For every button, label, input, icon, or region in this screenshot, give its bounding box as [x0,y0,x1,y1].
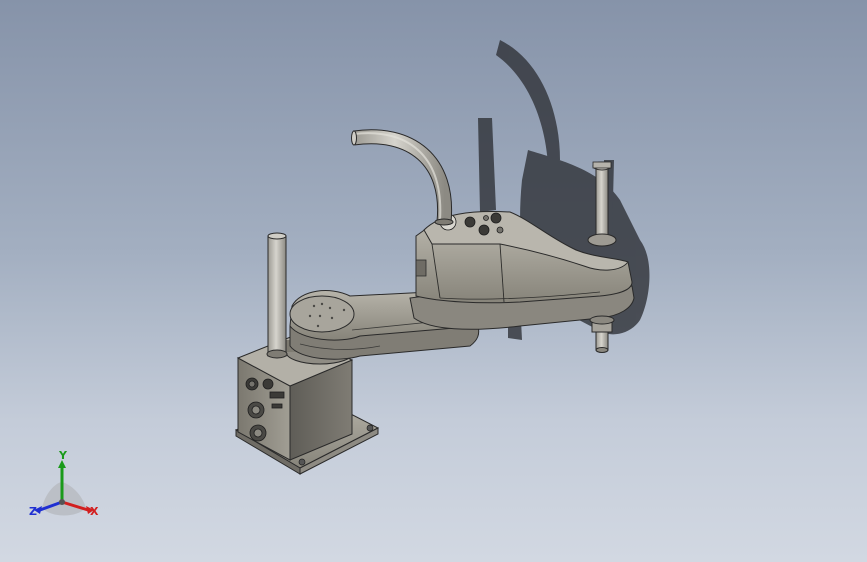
triad-z-label: Z [29,505,37,518]
graphics-viewport[interactable]: Y X Z [0,0,867,562]
model-scene[interactable] [0,0,867,562]
cable-hose[interactable] [351,129,454,226]
triad-y-label: Y [59,449,67,462]
left-cable-tube[interactable] [266,232,288,359]
view-triad[interactable]: Y X Z [22,446,106,526]
triad-x-label: X [90,505,99,518]
